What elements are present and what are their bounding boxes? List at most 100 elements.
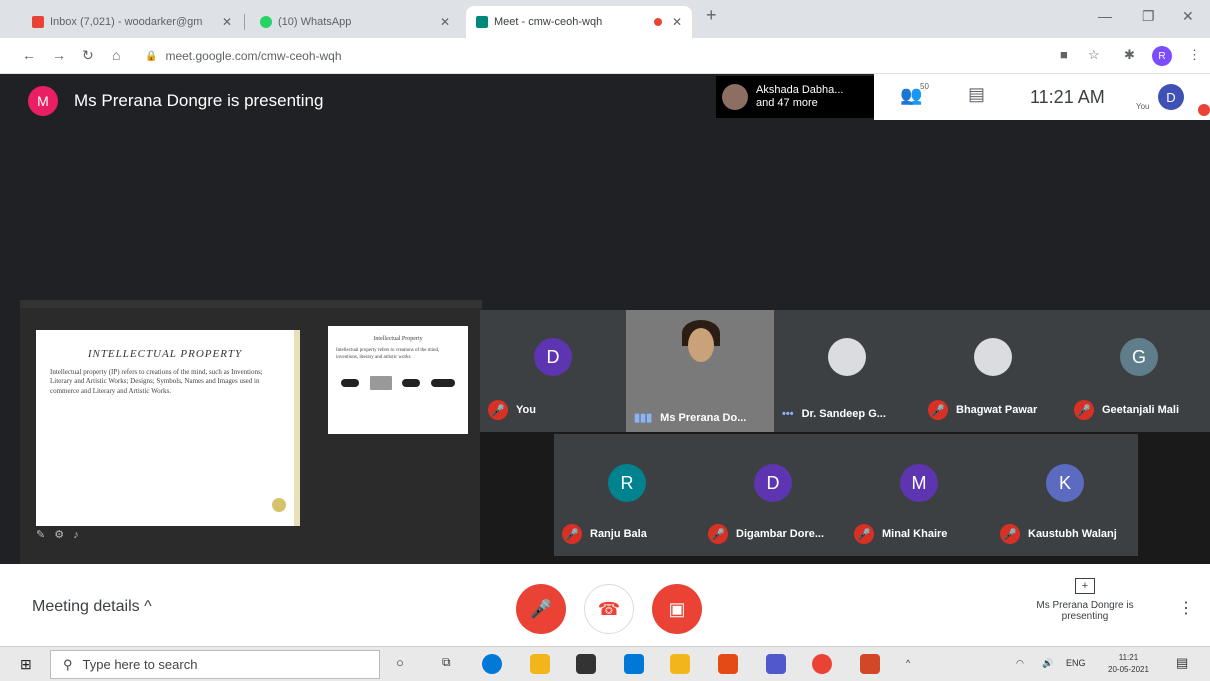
mic-toggle-button[interactable]: 🎤 [516, 584, 566, 634]
mic-off-icon: 🎤 [488, 400, 508, 420]
chat-icon[interactable]: ▤ [968, 84, 985, 105]
participant-tile[interactable]: K 🎤 Kaustubh Walanj [992, 434, 1138, 556]
reload-icon[interactable]: ↻ [82, 47, 94, 64]
task-view-icon[interactable]: ⧉ [442, 655, 451, 670]
gmail-icon [32, 16, 44, 28]
meeting-clock: 11:21 AM [1030, 87, 1105, 107]
participant-tile[interactable]: G 🎤 Geetanjali Mali [1066, 310, 1210, 432]
powerpoint-icon[interactable] [860, 654, 880, 674]
participant-photo [828, 338, 866, 376]
tab-gmail[interactable]: Inbox (7,021) - woodarker@gm ✕ [22, 6, 242, 38]
participant-tile[interactable]: D 🎤 You [480, 310, 626, 432]
name-text: You [516, 404, 536, 416]
end-call-button[interactable]: ☎ [584, 584, 634, 634]
language-indicator[interactable]: ENG [1066, 658, 1086, 668]
camera-off-icon: ▣ [668, 598, 686, 619]
slide-preview-body: Intellectual property refers to creation… [336, 348, 440, 360]
participant-tile[interactable]: D 🎤 Digambar Dore... [700, 434, 846, 556]
tab-label: Inbox (7,021) - woodarker@gm [50, 16, 203, 28]
participant-name: 🎤 You [488, 400, 536, 420]
hang-up-icon: ☎ [597, 598, 621, 619]
participant-avatar: M [900, 464, 938, 502]
name-text: Ranju Bala [590, 528, 647, 540]
close-window-button[interactable]: ✕ [1182, 8, 1194, 25]
participant-tile[interactable]: ••• Dr. Sandeep G... [774, 310, 920, 432]
chrome-icon[interactable] [812, 654, 832, 674]
share-toolbar [20, 300, 482, 308]
maximize-button[interactable]: ❐ [1142, 8, 1155, 25]
tab-whatsapp[interactable]: (10) WhatsApp ✕ [250, 6, 460, 38]
close-tab-icon[interactable]: ✕ [672, 15, 682, 29]
camera-toggle-button[interactable]: ▣ [652, 584, 702, 634]
volume-icon[interactable]: 🔊 [1042, 658, 1053, 669]
mic-off-icon: 🎤 [928, 400, 948, 420]
participant-name: ▮▮▮ Ms Prerana Do... [634, 411, 746, 425]
profile-avatar[interactable]: R [1152, 46, 1172, 66]
participant-name: 🎤 Geetanjali Mali [1074, 400, 1179, 420]
cortana-icon[interactable]: ○ [396, 655, 404, 670]
meet-top-controls: 👥 50 ▤ 11:21 AM You D [874, 74, 1210, 120]
close-tab-icon[interactable]: ✕ [440, 15, 450, 29]
office-icon[interactable] [718, 654, 738, 674]
close-tab-icon[interactable]: ✕ [222, 15, 232, 29]
minimize-button[interactable]: — [1098, 8, 1112, 24]
camera-icon[interactable]: ■ [1060, 47, 1068, 62]
speaking-icon: ▮▮▮ [634, 412, 653, 424]
participant-name: 🎤 Bhagwat Pawar [928, 400, 1037, 420]
taskbar-date: 20-05-2021 [1108, 665, 1149, 674]
participant-avatar: K [1046, 464, 1084, 502]
meeting-details-button[interactable]: Meeting details ^ [32, 598, 152, 616]
presenter-avatar: M [28, 86, 58, 116]
file-explorer-icon[interactable] [530, 654, 550, 674]
settings-icon[interactable]: ⚙ [54, 529, 64, 541]
store-icon[interactable] [576, 654, 596, 674]
participant-tile[interactable]: M 🎤 Minal Khaire [846, 434, 992, 556]
taskbar-clock[interactable]: 11:21 20-05-2021 [1108, 652, 1149, 676]
teams-icon[interactable] [766, 654, 786, 674]
slide-preview-title: Intellectual Property [373, 336, 423, 342]
forward-icon[interactable]: → [52, 47, 66, 63]
menu-icon[interactable]: ⋮ [1188, 47, 1201, 63]
pen-icon[interactable]: ✎ [36, 529, 45, 541]
tray-chevron-icon[interactable]: ^ [906, 658, 910, 668]
participants-pill[interactable]: Akshada Dabha... and 47 more [716, 76, 874, 118]
self-avatar: D [1158, 84, 1184, 110]
participant-avatar [722, 84, 748, 110]
name-text: Bhagwat Pawar [956, 404, 1038, 416]
name-text: Minal Khaire [882, 528, 948, 540]
back-icon[interactable]: ← [22, 47, 36, 63]
taskbar-search-input[interactable]: ⚲ Type here to search [50, 650, 380, 679]
star-icon[interactable]: ☆ [1088, 47, 1100, 63]
participant-video-tile[interactable]: ▮▮▮ Ms Prerana Do... [626, 310, 774, 432]
home-icon[interactable]: ⌂ [112, 47, 120, 63]
pill-more: and 47 more [756, 97, 818, 109]
pill-name: Akshada Dabha... [756, 84, 844, 96]
mic-off-icon: 🎤 [562, 524, 582, 544]
more-options-icon[interactable]: ⋮ [1178, 598, 1194, 618]
mail-icon[interactable] [624, 654, 644, 674]
windows-start-icon[interactable]: ⊞ [20, 656, 32, 673]
tab-meet[interactable]: Meet - cmw-ceoh-wqh ✕ [466, 6, 692, 38]
wifi-icon[interactable]: ◠ [1016, 658, 1024, 669]
mic-off-icon: 🎤 [1000, 524, 1020, 544]
participant-tile[interactable]: R 🎤 Ranju Bala [554, 434, 700, 556]
calculator-icon[interactable] [670, 654, 690, 674]
edge-icon[interactable] [482, 654, 502, 674]
slide-preview: Intellectual Property Intellectual prope… [328, 326, 468, 434]
new-tab-button[interactable]: + [706, 5, 717, 26]
present-now-button[interactable]: + Ms Prerana Dongre is presenting [1020, 578, 1150, 622]
meet-control-bar: Meeting details ^ 🎤 ☎ ▣ + Ms Prerana Don… [0, 564, 1210, 646]
notifications-icon[interactable]: ▤ [1176, 655, 1188, 671]
recording-dot-icon [653, 18, 662, 26]
present-status-text: Ms Prerana Dongre is presenting [1036, 600, 1134, 622]
address-bar[interactable]: 🔒 meet.google.com/cmw-ceoh-wqh [145, 44, 1025, 68]
meet-icon [476, 16, 488, 28]
name-text: Dr. Sandeep G... [801, 408, 886, 420]
participant-tile[interactable]: 🎤 Bhagwat Pawar [920, 310, 1066, 432]
sound-icon[interactable]: ♪ [73, 529, 79, 541]
participant-avatar: D [534, 338, 572, 376]
slide-body: Intellectual property (IP) refers to cre… [50, 368, 263, 395]
slide-main: INTELLECTUAL PROPERTY Intellectual prope… [36, 330, 300, 526]
extensions-icon[interactable]: ✱ [1124, 47, 1135, 63]
more-options-icon: ••• [782, 408, 794, 420]
